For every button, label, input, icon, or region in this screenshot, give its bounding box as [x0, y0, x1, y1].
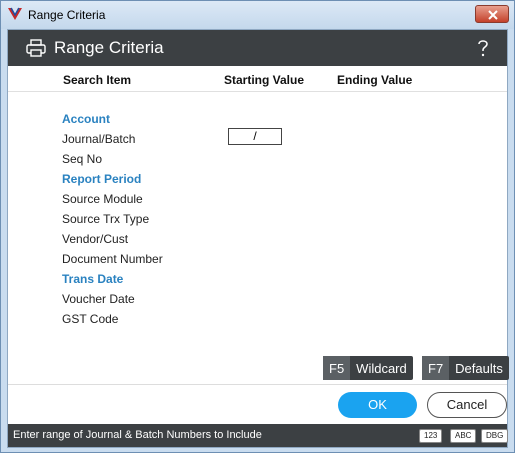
wildcard-key-label: F5: [323, 356, 351, 380]
row-source-module[interactable]: Source Module: [62, 192, 143, 206]
dialog-content: Range Criteria Search Item Starting Valu…: [7, 29, 509, 448]
defaults-button[interactable]: F7 Defaults: [422, 356, 509, 380]
journal-batch-start-input[interactable]: /: [228, 128, 282, 145]
window-title: Range Criteria: [28, 8, 106, 22]
status-badge-debug: DBG: [481, 429, 509, 443]
row-document-number[interactable]: Document Number: [62, 252, 163, 266]
column-header-ending-value: Ending Value: [337, 73, 413, 87]
defaults-label: Defaults: [455, 360, 503, 376]
row-voucher-date[interactable]: Voucher Date: [62, 292, 135, 306]
section-trans-date: Trans Date: [62, 272, 124, 286]
row-source-trx-type[interactable]: Source Trx Type: [62, 212, 149, 226]
wildcard-label: Wildcard: [356, 360, 407, 376]
status-bar: Enter range of Journal & Batch Numbers t…: [8, 424, 509, 447]
dialog-header: Range Criteria: [8, 30, 507, 66]
title-bar[interactable]: Range Criteria: [1, 1, 514, 29]
section-account: Account: [62, 112, 110, 126]
row-vendor-cust[interactable]: Vendor/Cust: [62, 232, 128, 246]
cancel-button[interactable]: Cancel: [427, 392, 507, 418]
dialog-title: Range Criteria: [54, 38, 164, 57]
app-logo-icon: [8, 7, 22, 20]
section-report-period: Report Period: [62, 172, 142, 186]
button-divider: [8, 384, 507, 385]
column-header-search-item: Search Item: [63, 73, 132, 87]
defaults-key-label: F7: [422, 356, 450, 380]
printer-icon: [26, 39, 46, 57]
row-seq-no[interactable]: Seq No: [62, 152, 102, 166]
status-badge-numeric: 123: [419, 429, 443, 443]
header-divider: [8, 91, 507, 92]
dialog-window: Range Criteria Range Criteria Search Ite…: [0, 0, 515, 453]
wildcard-button[interactable]: F5 Wildcard: [323, 356, 413, 380]
row-gst-code[interactable]: GST Code: [62, 312, 118, 326]
close-button[interactable]: [475, 5, 509, 23]
row-journal-batch[interactable]: Journal/Batch: [62, 132, 135, 146]
help-icon[interactable]: [476, 38, 490, 58]
status-badge-alpha: ABC: [450, 429, 477, 443]
status-message: Enter range of Journal & Batch Numbers t…: [13, 429, 262, 441]
column-header-starting-value: Starting Value: [224, 73, 305, 87]
close-icon: [488, 10, 498, 20]
ok-button[interactable]: OK: [338, 392, 417, 418]
